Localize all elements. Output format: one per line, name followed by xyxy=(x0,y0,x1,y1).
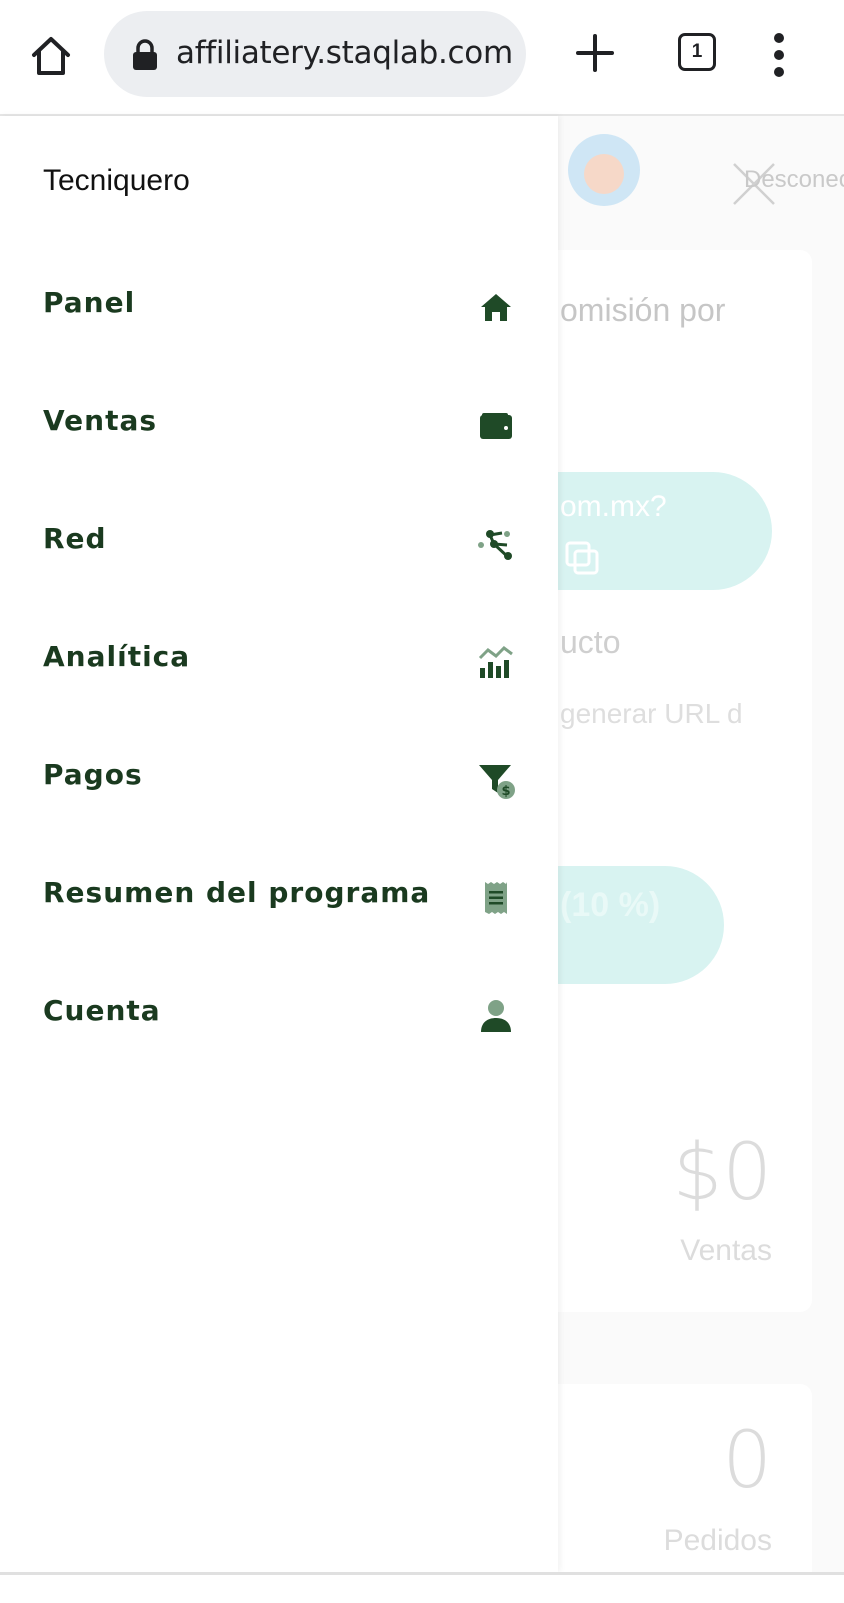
nav-item-label: Panel xyxy=(43,286,136,319)
avatar-face xyxy=(584,154,624,194)
bottom-bar xyxy=(0,1572,844,1603)
nav-item-label: Analítica xyxy=(43,640,191,673)
drawer-brand: Tecniquero xyxy=(43,164,190,197)
nav-item-label: Cuenta xyxy=(43,994,161,1027)
home-icon[interactable] xyxy=(28,33,74,79)
product-url-input[interactable]: generar URL d xyxy=(560,698,743,730)
network-icon xyxy=(478,530,512,560)
nav-item-resumen[interactable]: Resumen del programa xyxy=(0,856,558,936)
navigation-drawer: Tecniquero Panel Ventas Red Analítica Pa… xyxy=(0,116,558,1572)
copy-icon[interactable] xyxy=(564,540,600,576)
sales-amount: $0 xyxy=(672,1128,772,1218)
wallet-icon xyxy=(480,413,512,439)
sales-label: Ventas xyxy=(680,1234,772,1267)
url-text: affiliatery.staqlab.com xyxy=(176,35,513,71)
nav-item-label: Ventas xyxy=(43,404,158,437)
nav-item-label: Resumen del programa xyxy=(43,876,431,909)
home-icon xyxy=(481,294,511,321)
tab-switcher-button[interactable]: 1 xyxy=(678,33,716,71)
user-icon xyxy=(481,1000,511,1032)
nav-item-panel[interactable]: Panel xyxy=(0,266,558,346)
address-bar[interactable]: affiliatery.staqlab.com xyxy=(104,11,526,97)
receipt-icon xyxy=(485,882,507,914)
commission-text: omisión por xyxy=(560,292,726,328)
svg-text:$: $ xyxy=(501,784,510,799)
logout-link[interactable]: Desconectar xyxy=(744,166,844,194)
nav-item-ventas[interactable]: Ventas xyxy=(0,384,558,464)
plus-icon[interactable] xyxy=(574,32,616,74)
payout-filter-icon: $ xyxy=(479,765,515,799)
product-label: ucto xyxy=(560,624,621,660)
browser-toolbar: affiliatery.staqlab.com 1 xyxy=(0,0,844,116)
nav-item-red[interactable]: Red xyxy=(0,502,558,582)
commission-rate-text: (10 %) xyxy=(560,886,661,924)
lock-icon xyxy=(133,39,157,70)
more-vert-icon[interactable] xyxy=(772,32,786,78)
orders-count: 0 xyxy=(722,1416,772,1506)
nav-item-cuenta[interactable]: Cuenta xyxy=(0,974,558,1054)
nav-item-label: Red xyxy=(43,522,107,555)
nav-item-analitica[interactable]: Analítica xyxy=(0,620,558,700)
analytics-icon xyxy=(478,646,513,678)
orders-label: Pedidos xyxy=(663,1524,772,1557)
tab-count: 1 xyxy=(691,41,703,62)
commission-card xyxy=(520,250,812,1140)
nav-item-label: Pagos xyxy=(43,758,143,791)
referral-link-text: om.mx? xyxy=(560,490,667,523)
nav-item-pagos[interactable]: Pagos $ xyxy=(0,738,558,818)
